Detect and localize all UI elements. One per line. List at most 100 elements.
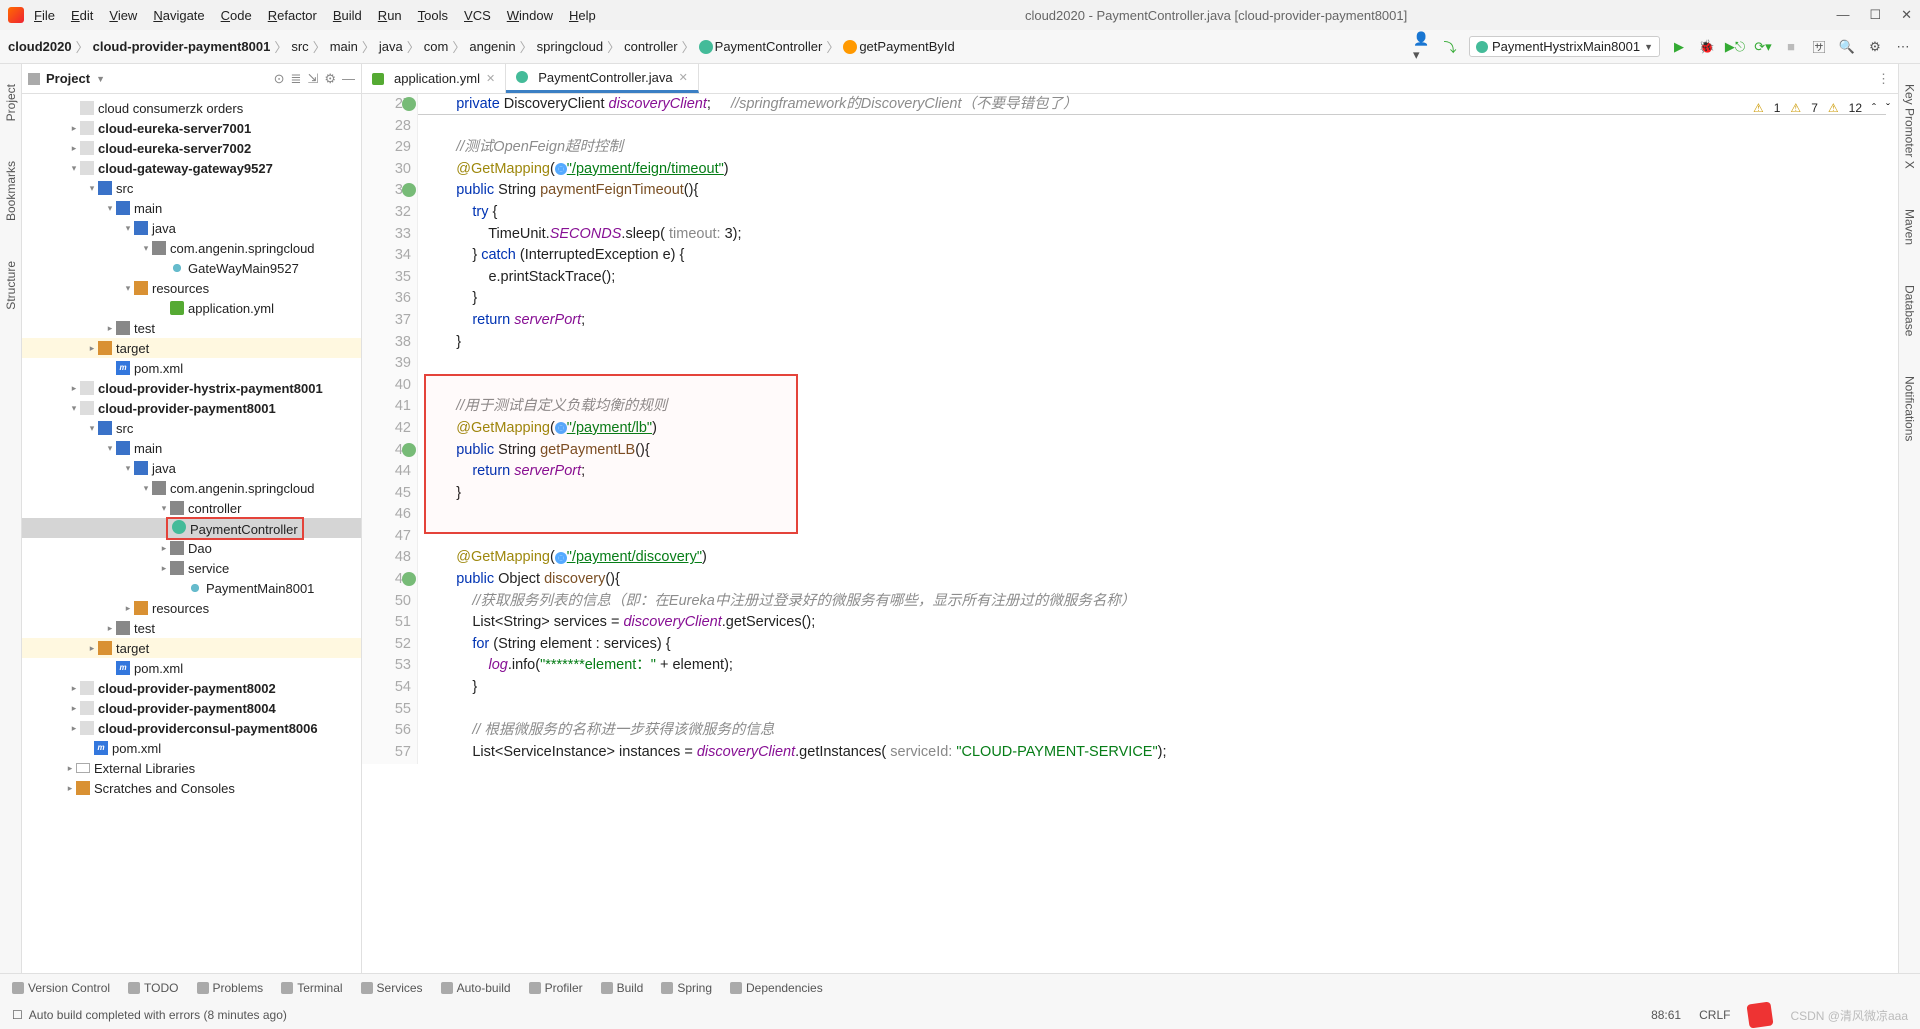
expand-all-icon[interactable]: ≣ (291, 71, 302, 87)
menu-navigate[interactable]: Navigate (153, 8, 204, 23)
code-line[interactable]: } (424, 332, 1886, 354)
gutter-line[interactable]: 37 (362, 310, 417, 332)
code-line[interactable]: e.printStackTrace(); (424, 267, 1886, 289)
gutter-line[interactable]: 53 (362, 655, 417, 677)
run-button[interactable]: ▶ (1670, 38, 1688, 56)
tree-row-14[interactable]: ▸cloud-provider-hystrix-payment8001 (22, 378, 361, 398)
gutter-line[interactable]: 35 (362, 267, 417, 289)
editor-tab-0[interactable]: application.yml✕ (362, 64, 506, 93)
code-line[interactable]: // 根据微服务的名称进一步获得该微服务的信息 (424, 720, 1886, 742)
code-line[interactable] (424, 353, 1886, 375)
menu-refactor[interactable]: Refactor (268, 8, 317, 23)
tree-row-1[interactable]: ▸cloud-eureka-server7001 (22, 118, 361, 138)
gutter-line[interactable]: 44 (362, 461, 417, 483)
settings-icon[interactable]: ⚙ (1866, 38, 1884, 56)
debug-button[interactable]: 🐞 (1698, 38, 1716, 56)
right-strip-notifications[interactable]: Notifications (1903, 376, 1917, 441)
tree-row-0[interactable]: cloud consumerzk orders (22, 98, 361, 118)
tree-row-27[interactable]: ▸target (22, 638, 361, 658)
tree-row-12[interactable]: ▸target (22, 338, 361, 358)
code-line[interactable]: List<String> services = discoveryClient.… (424, 612, 1886, 634)
code-line[interactable]: } (424, 677, 1886, 699)
bottom-version-control[interactable]: Version Control (12, 981, 110, 995)
gutter-line[interactable]: 28 (362, 116, 417, 138)
tree-row-29[interactable]: ▸cloud-provider-payment8002 (22, 678, 361, 698)
tree-row-34[interactable]: ▸Scratches and Consoles (22, 778, 361, 798)
menu-code[interactable]: Code (221, 8, 252, 23)
gutter-line[interactable]: 46 (362, 504, 417, 526)
code-line[interactable] (424, 116, 1886, 138)
breadcrumbs[interactable]: cloud2020〉cloud-provider-payment8001〉src… (8, 37, 955, 56)
code-line[interactable]: } (424, 288, 1886, 310)
gutter-line[interactable]: 55 (362, 699, 417, 721)
gutter-line[interactable]: 29 (362, 137, 417, 159)
tree-row-10[interactable]: application.yml (22, 298, 361, 318)
right-strip-database[interactable]: Database (1903, 285, 1917, 336)
left-strip-structure[interactable]: Structure (4, 261, 18, 310)
select-opened-icon[interactable]: ⊙ (274, 71, 285, 87)
code-line[interactable]: @GetMapping("/payment/feign/timeout") (424, 159, 1886, 181)
close-button[interactable]: ✕ (1901, 7, 1912, 23)
gutter-line[interactable]: 56 (362, 720, 417, 742)
bottom-services[interactable]: Services (361, 981, 423, 995)
menu-build[interactable]: Build (333, 8, 362, 23)
gutter-line[interactable]: 41 (362, 396, 417, 418)
crumb-9[interactable]: PaymentController (699, 39, 823, 55)
gutter-line[interactable]: 36 (362, 288, 417, 310)
tree-row-25[interactable]: ▸resources (22, 598, 361, 618)
code-line[interactable]: log.info("*******element：" + element); (424, 655, 1886, 677)
gutter-line[interactable]: 33 (362, 224, 417, 246)
chevron-up-icon[interactable]: ˆ (1872, 98, 1876, 120)
tree-row-2[interactable]: ▸cloud-eureka-server7002 (22, 138, 361, 158)
tree-row-19[interactable]: ▾com.angenin.springcloud (22, 478, 361, 498)
more-icon[interactable]: ⋯ (1894, 38, 1912, 56)
code-line[interactable]: return serverPort; (424, 310, 1886, 332)
left-strip-bookmarks[interactable]: Bookmarks (4, 161, 18, 221)
editor-tab-1[interactable]: PaymentController.java✕ (506, 64, 699, 93)
gutter-line[interactable]: 45 (362, 483, 417, 505)
right-strip-key-promoter-x[interactable]: Key Promoter X (1903, 84, 1917, 169)
gutter-line[interactable]: 57 (362, 742, 417, 764)
inspection-overlay[interactable]: ⚠1 ⚠7 ⚠12 ˆ ˇ (1753, 98, 1890, 120)
tabs-more-icon[interactable]: ⋮ (1869, 71, 1898, 87)
collapse-all-icon[interactable]: ⇲ (307, 71, 318, 87)
left-strip-project[interactable]: Project (4, 84, 18, 121)
maximize-button[interactable]: ☐ (1869, 7, 1881, 23)
bottom-todo[interactable]: TODO (128, 981, 178, 995)
search-icon[interactable]: 🔍 (1838, 38, 1856, 56)
bottom-build[interactable]: Build (601, 981, 644, 995)
code-line[interactable]: } catch (InterruptedException e) { (424, 245, 1886, 267)
gutter-line[interactable]: 52 (362, 634, 417, 656)
code-line[interactable]: private DiscoveryClient discoveryClient;… (424, 94, 1886, 116)
gutter-run-icon[interactable] (402, 97, 416, 111)
right-strip-maven[interactable]: Maven (1903, 209, 1917, 245)
code-line[interactable]: public Object discovery(){ (424, 569, 1886, 591)
tree-row-4[interactable]: ▾src (22, 178, 361, 198)
tree-row-17[interactable]: ▾main (22, 438, 361, 458)
bottom-problems[interactable]: Problems (197, 981, 264, 995)
caret-position[interactable]: 88:61 (1651, 1008, 1681, 1022)
code-line[interactable] (424, 699, 1886, 721)
bottom-profiler[interactable]: Profiler (529, 981, 583, 995)
code-line[interactable]: try { (424, 202, 1886, 224)
users-icon[interactable]: 👤▾ (1413, 38, 1431, 56)
gutter-line[interactable]: 34 (362, 245, 417, 267)
crumb-0[interactable]: cloud2020 (8, 39, 72, 54)
tree-row-18[interactable]: ▾java (22, 458, 361, 478)
code-line[interactable]: TimeUnit.SECONDS.sleep( timeout: 3); (424, 224, 1886, 246)
project-tree[interactable]: cloud consumerzk orders▸cloud-eureka-ser… (22, 94, 361, 973)
tree-row-28[interactable]: mpom.xml (22, 658, 361, 678)
project-title[interactable]: Project (46, 71, 90, 86)
gutter-line[interactable]: 54 (362, 677, 417, 699)
crumb-7[interactable]: springcloud (537, 39, 604, 54)
tree-row-21[interactable]: PaymentController (22, 518, 361, 538)
chevron-down-icon[interactable]: ▼ (96, 74, 105, 84)
hide-icon[interactable]: — (342, 71, 355, 87)
tree-row-5[interactable]: ▾main (22, 198, 361, 218)
gutter-line[interactable]: 40 (362, 375, 417, 397)
code-line[interactable]: //测试OpenFeign超时控制 (424, 137, 1886, 159)
tree-row-8[interactable]: GateWayMain9527 (22, 258, 361, 278)
crumb-8[interactable]: controller (624, 39, 677, 54)
tree-row-23[interactable]: ▸service (22, 558, 361, 578)
gutter-line[interactable]: 38 (362, 332, 417, 354)
